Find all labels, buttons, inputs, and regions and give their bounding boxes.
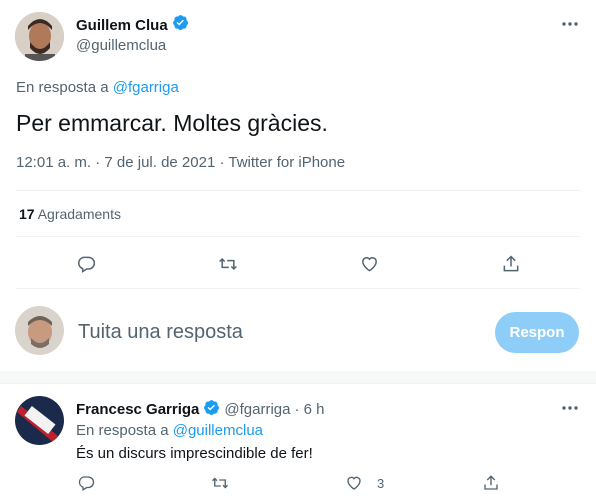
likes-label: Agradaments xyxy=(37,206,121,222)
section-separator xyxy=(0,371,596,383)
divider xyxy=(16,288,580,289)
share-action-button[interactable] xyxy=(494,247,528,281)
heart-icon xyxy=(359,254,380,274)
author-avatar[interactable] xyxy=(15,12,64,61)
retweet-icon xyxy=(210,474,230,492)
reply-icon xyxy=(76,254,96,274)
replying-to-handle[interactable]: @fgarriga xyxy=(113,79,179,96)
likes-stat[interactable]: 17 Agradaments xyxy=(19,206,121,222)
tweet-text: Per emmarcar. Moltes gràcies. xyxy=(16,110,328,136)
divider xyxy=(16,190,580,191)
likes-count: 17 xyxy=(19,206,35,222)
heart-icon xyxy=(345,474,363,492)
reply-retweet-button[interactable] xyxy=(203,466,237,500)
verified-badge-icon xyxy=(203,399,220,420)
reply-author-avatar[interactable] xyxy=(15,396,64,445)
reply-replying-to: En resposta a @guillemclua xyxy=(76,422,263,439)
reply-submit-button[interactable]: Respon xyxy=(495,312,579,353)
tweet-meta[interactable]: 12:01 a. m. · 7 de jul. de 2021 · Twitte… xyxy=(16,154,345,171)
replying-to-prefix: En resposta a xyxy=(16,79,109,96)
reply-author-handle[interactable]: @fgarriga xyxy=(224,401,290,418)
reply-composer-input[interactable]: Tuita una resposta xyxy=(78,321,243,344)
reply-replying-to-handle[interactable]: @guillemclua xyxy=(173,422,263,439)
reply-text: És un discurs imprescindible de fer! xyxy=(76,445,313,462)
reply-replying-to-prefix: En resposta a xyxy=(76,422,169,439)
reply-more-options-icon[interactable] xyxy=(558,400,582,416)
divider xyxy=(16,236,580,237)
reply-author-row: Francesc Garriga @fgarriga · 6 h xyxy=(76,399,325,420)
reply-time[interactable]: · 6 h xyxy=(295,401,325,418)
replying-to: En resposta a @fgarriga xyxy=(16,79,179,96)
divider xyxy=(0,383,596,384)
reply-like-count: 3 xyxy=(377,475,385,491)
author-handle[interactable]: @guillemclua xyxy=(76,37,166,54)
reply-like-button[interactable]: 3 xyxy=(345,474,384,492)
share-icon xyxy=(482,474,500,492)
reply-icon xyxy=(77,474,95,492)
like-action-button[interactable] xyxy=(352,247,386,281)
author-name[interactable]: Guillem Clua xyxy=(76,17,168,34)
retweet-action-button[interactable] xyxy=(211,247,245,281)
reply-share-button[interactable] xyxy=(474,466,508,500)
user-avatar[interactable] xyxy=(15,306,64,355)
reply-author-name[interactable]: Francesc Garriga xyxy=(76,401,199,418)
reply-reply-button[interactable] xyxy=(69,466,103,500)
share-icon xyxy=(501,254,521,274)
retweet-icon xyxy=(217,254,239,274)
reply-action-button[interactable] xyxy=(69,247,103,281)
verified-badge-icon xyxy=(172,14,189,36)
author-name-row: Guillem Clua xyxy=(76,14,189,36)
more-options-icon[interactable] xyxy=(558,14,582,34)
